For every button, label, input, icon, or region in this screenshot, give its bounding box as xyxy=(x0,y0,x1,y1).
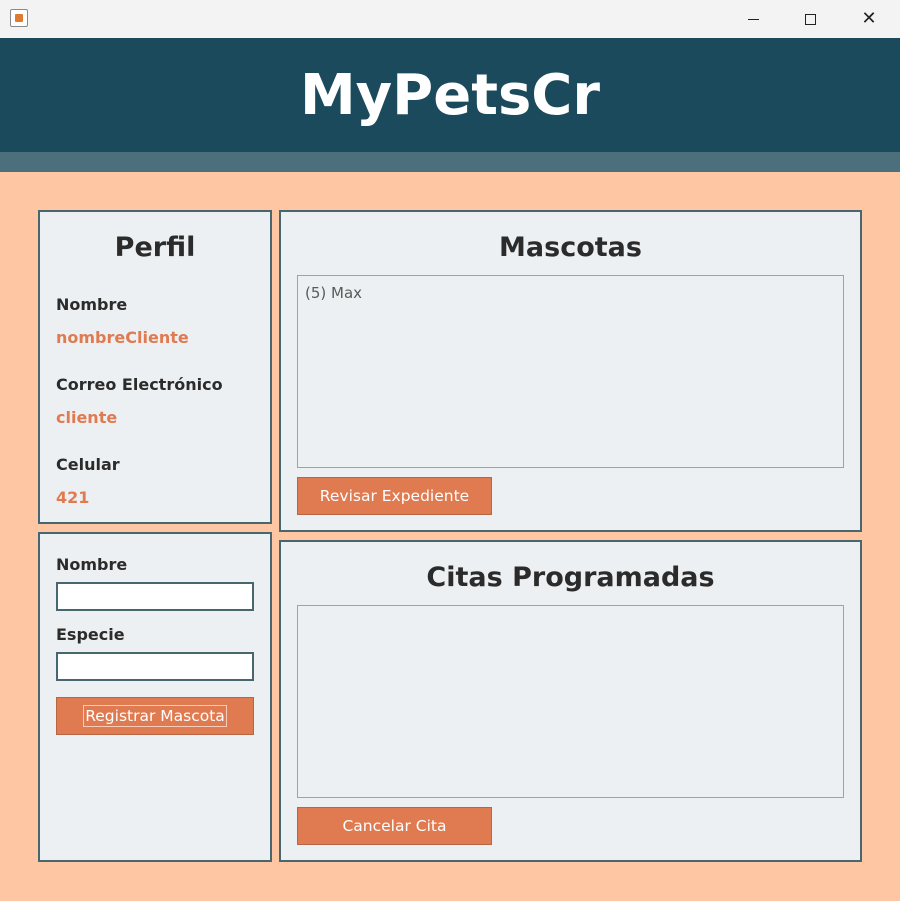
pets-panel: Mascotas (5) Max Revisar Expediente xyxy=(279,210,862,532)
pet-name-input[interactable] xyxy=(56,582,254,611)
appointments-title: Citas Programadas xyxy=(426,562,715,593)
cancel-appointment-button[interactable]: Cancelar Cita xyxy=(297,807,492,845)
maximize-icon xyxy=(804,13,816,25)
appointments-list[interactable] xyxy=(297,605,844,798)
profile-phone-value: 421 xyxy=(56,488,90,507)
register-pet-button[interactable]: Registrar Mascota xyxy=(56,697,254,735)
review-record-button-label: Revisar Expediente xyxy=(319,487,470,505)
header-strip xyxy=(0,152,900,172)
profile-title: Perfil xyxy=(114,232,196,263)
pets-title: Mascotas xyxy=(499,232,642,263)
pets-list[interactable]: (5) Max xyxy=(297,275,844,468)
profile-panel: Perfil Nombre nombreCliente Correo Elect… xyxy=(38,210,272,524)
review-record-button[interactable]: Revisar Expediente xyxy=(297,477,492,515)
profile-phone-label: Celular xyxy=(56,455,120,474)
register-pet-panel: Nombre Especie Registrar Mascota xyxy=(38,532,272,862)
profile-email-value: cliente xyxy=(56,408,118,427)
maximize-button[interactable] xyxy=(787,0,833,38)
pet-species-label: Especie xyxy=(56,625,125,644)
profile-name-label: Nombre xyxy=(56,295,128,314)
profile-name-value: nombreCliente xyxy=(56,328,189,347)
appointments-panel: Citas Programadas Cancelar Cita xyxy=(279,540,862,862)
app-header: MyPetsCr xyxy=(0,38,900,152)
pet-name-label: Nombre xyxy=(56,555,128,574)
java-app-icon xyxy=(10,9,28,27)
register-pet-button-label: Registrar Mascota xyxy=(83,705,227,727)
minimize-button[interactable] xyxy=(730,0,776,38)
app-title: MyPetsCr xyxy=(299,62,601,128)
list-item[interactable]: (5) Max xyxy=(305,284,362,302)
close-button[interactable]: ✕ xyxy=(846,0,892,38)
minimize-icon xyxy=(747,18,759,20)
window-titlebar: ✕ xyxy=(0,0,900,39)
pet-species-input[interactable] xyxy=(56,652,254,681)
close-icon: ✕ xyxy=(861,8,877,29)
profile-email-label: Correo Electrónico xyxy=(56,375,223,394)
cancel-appointment-button-label: Cancelar Cita xyxy=(342,817,447,835)
